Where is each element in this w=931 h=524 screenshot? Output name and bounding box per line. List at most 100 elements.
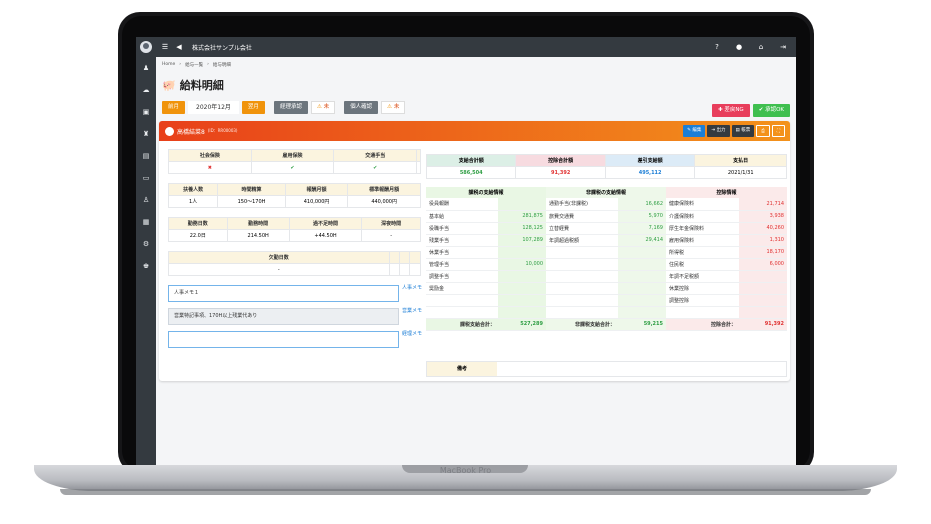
table-cell [618,270,666,283]
sidebar-walk-icon[interactable]: ♙ [136,189,156,211]
sidebar-document-icon[interactable]: ▤ [136,145,156,167]
table-row: 基本給 281,875 旅費交通費 5,970 介護保険料 3,938 [426,210,787,223]
home-icon[interactable]: ⌂ [754,43,768,51]
sales-memo-field[interactable]: 営業特記事項、170H以上残業代あり [168,308,399,325]
avatar[interactable] [140,41,152,53]
table-header: 交通手当 [333,149,418,162]
help-icon[interactable]: ? [710,43,724,51]
table-cell: 雇用保険料 [666,234,739,247]
table-row: 調整手当 年調不足税額 [426,270,787,283]
table-cell: 休業控除 [666,282,739,295]
table-cell: 22.0日 [168,229,228,242]
table-cell [739,306,787,319]
table-cell: 1人 [167,195,219,208]
table-header [409,251,421,264]
sidebar-org-icon[interactable]: ♜ [136,123,156,145]
table-cell: 21,714 [739,198,787,211]
remarks-row: 備考 [426,361,787,377]
table-row: 奨励金 休業控除 [426,282,787,295]
transport-check-icon: ✔ [333,161,418,174]
employment-insurance-check-icon: ✔ [250,161,335,174]
table-cell: +44.50H [288,229,363,242]
sidebar-users-icon[interactable]: ♟ [136,57,156,79]
accounting-status-text: 未 [323,104,330,110]
table-cell: 3,938 [739,210,787,223]
breadcrumb-salary-list[interactable]: 給与一覧 [185,62,203,68]
table-cell: - [361,229,421,242]
table-cell [498,282,546,295]
table-cell [546,258,618,271]
table-cell: 管理手当 [426,258,498,271]
employee-icon [165,126,174,136]
approve-ok-button[interactable]: ✔ 承認OK [752,104,790,117]
hr-memo-link[interactable]: 人事メモ [402,284,422,292]
table-cell: 29,414 [618,234,666,247]
table-header: 勤務時間 [226,217,290,230]
table-cell: 役職手当 [426,222,498,235]
table-cell [498,294,546,307]
sidebar-cloud-icon[interactable]: ☁ [136,79,156,101]
table-cell: 40,260 [739,222,787,235]
prev-month-button[interactable]: 前月 [162,101,186,114]
table-cell [416,161,421,174]
table-header: 差引支給額 [604,154,696,167]
table-header: 控除合計額 [515,154,606,167]
table-cell [666,306,739,319]
edit-label: 編集 [692,128,702,133]
sidebar-bank-icon[interactable]: ▣ [136,101,156,123]
sidebar-settings-icon[interactable]: ⚙ [136,233,156,255]
table-row [426,306,787,319]
report-label: 帳票 [741,128,751,133]
table-cell [546,270,618,283]
sidebar-table-icon[interactable]: ▦ [136,211,156,233]
piggy-bank-icon: 🐖 [162,78,176,92]
sidebar-user-settings-icon[interactable]: ♚ [136,255,156,277]
table-header: 課税の支給情報 [426,187,546,198]
back-icon[interactable]: ◀ [172,43,186,51]
table-cell: 150〜170H [217,195,286,208]
table-header: 深夜時間 [361,217,421,230]
approval-buttons: ✚ 差戻NG ✔ 承認OK [711,104,790,117]
table-cell: 10,000 [498,258,546,271]
work-table-2: 勤務日数 勤務時間 過不足時間 深夜時間 22.0日 214.50H +44.5… [168,217,421,242]
table-cell [618,258,666,271]
table-cell: 年調超過税額 [546,234,618,247]
output-button[interactable]: ⇥ 出力 [707,125,730,137]
sidebar-truck-icon[interactable]: ▭ [136,167,156,189]
next-month-button[interactable]: 翌月 [241,101,265,114]
expand-icon[interactable]: ⛶ [771,125,785,137]
table-cell [498,198,546,211]
table-cell: 通勤手当(非課税) [546,198,618,211]
table-cell: 527,289 [498,318,546,331]
work-table-3: 欠勤日数 - [168,251,421,276]
table-cell [398,263,411,276]
table-cell [498,246,546,259]
table-header: 非課税の支給情報 [546,187,666,198]
accounting-approval-label: 経理承認 [273,101,308,114]
table-header: 欠勤日数 [168,251,390,264]
payslip-card: 高橋結菜8 (ID：RR00003) ✎ 編集 ⇥ 出力 ▤ 帳票 ⎙ ⛶ 社会… [159,121,790,381]
personal-confirm-status: ⚠ 未 [381,101,406,114]
accounting-memo-field[interactable] [168,331,399,348]
edit-button[interactable]: ✎ 編集 [683,125,706,137]
table-cell: 91,392 [739,318,787,331]
report-button[interactable]: ▤ 帳票 [731,125,755,137]
table-cell: 残業手当 [426,234,498,247]
month-toolbar: 前月 2020年12月 翌月 経理承認 ⚠ 未 個人確認 ⚠ 未 [162,101,406,114]
table-cell [618,294,666,307]
table-cell: 410,000円 [284,195,349,208]
table-row: 休業手当 所得税 18,170 [426,246,787,259]
table-cell: 所得税 [666,246,739,259]
accounting-memo-link[interactable]: 経理メモ [402,330,422,338]
print-icon[interactable]: ⎙ [756,125,770,137]
table-cell: 奨励金 [426,282,498,295]
sales-memo-link[interactable]: 営業メモ [402,307,422,315]
logout-icon[interactable]: ⇥ [776,43,790,51]
breadcrumb-home[interactable]: Home [162,62,175,68]
hr-memo-field[interactable]: 人事メモ１ [168,285,399,302]
table-cell: 5,970 [618,210,666,223]
chat-icon[interactable]: ● [732,43,746,51]
menu-toggle-icon[interactable]: ☰ [158,43,172,51]
output-label: 出力 [716,128,726,133]
reject-ng-button[interactable]: ✚ 差戻NG [711,104,750,117]
